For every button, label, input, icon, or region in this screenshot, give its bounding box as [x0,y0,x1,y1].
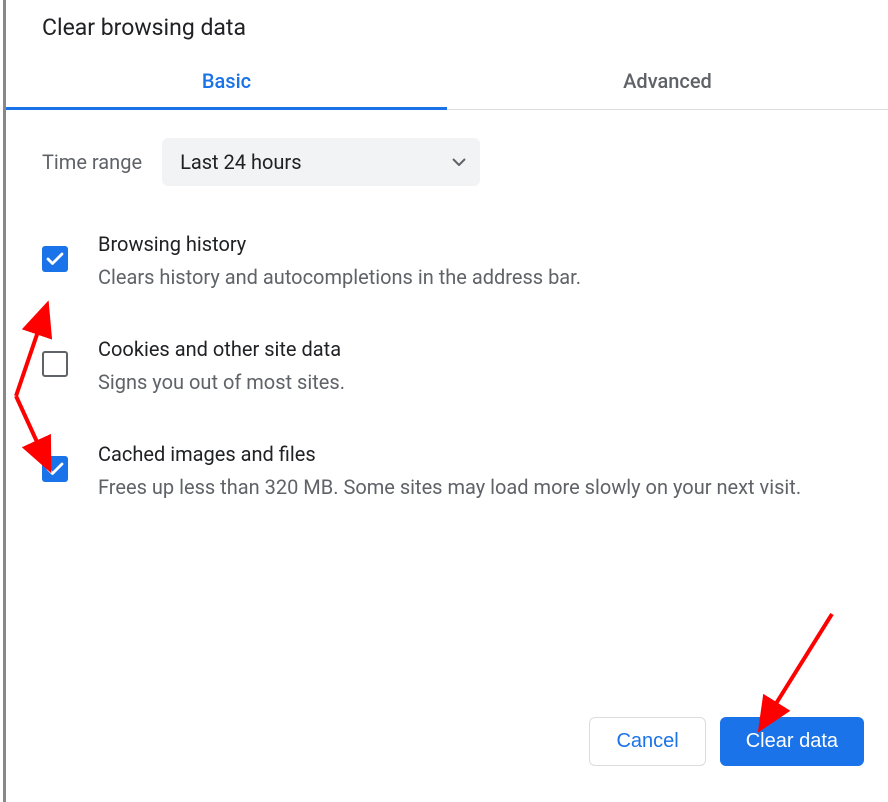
option-browsing-history-desc: Clears history and autocompletions in th… [98,262,852,293]
option-cache-desc: Frees up less than 320 MB. Some sites ma… [98,472,852,503]
checkbox-browsing-history[interactable] [42,246,68,272]
tabs: Basic Advanced [6,51,888,110]
option-browsing-history-title: Browsing history [98,232,852,256]
checkbox-cookies[interactable] [42,351,68,377]
clear-browsing-data-dialog: Clear browsing data Basic Advanced Time … [3,0,888,802]
time-range-row: Time range Last 24 hours [42,138,852,186]
tab-basic[interactable]: Basic [6,51,447,109]
button-row: Cancel Clear data [589,717,864,766]
option-cache-text: Cached images and files Frees up less th… [98,442,852,503]
clear-data-button[interactable]: Clear data [720,717,864,766]
time-range-label: Time range [42,150,142,174]
option-cookies-text: Cookies and other site data Signs you ou… [98,337,852,398]
time-range-value: Last 24 hours [180,150,301,174]
dialog-title: Clear browsing data [6,0,888,51]
option-cookies-title: Cookies and other site data [98,337,852,361]
tab-advanced[interactable]: Advanced [447,51,888,109]
option-browsing-history-text: Browsing history Clears history and auto… [98,232,852,293]
cancel-button[interactable]: Cancel [589,717,705,766]
option-cookies-desc: Signs you out of most sites. [98,367,852,398]
time-range-dropdown[interactable]: Last 24 hours [162,138,480,186]
option-cache-title: Cached images and files [98,442,852,466]
option-cookies: Cookies and other site data Signs you ou… [42,337,852,398]
chevron-down-icon [452,158,466,166]
option-browsing-history: Browsing history Clears history and auto… [42,232,852,293]
checkbox-cache[interactable] [42,456,68,482]
dialog-content: Time range Last 24 hours Browsing histor… [6,110,888,503]
option-cache: Cached images and files Frees up less th… [42,442,852,503]
